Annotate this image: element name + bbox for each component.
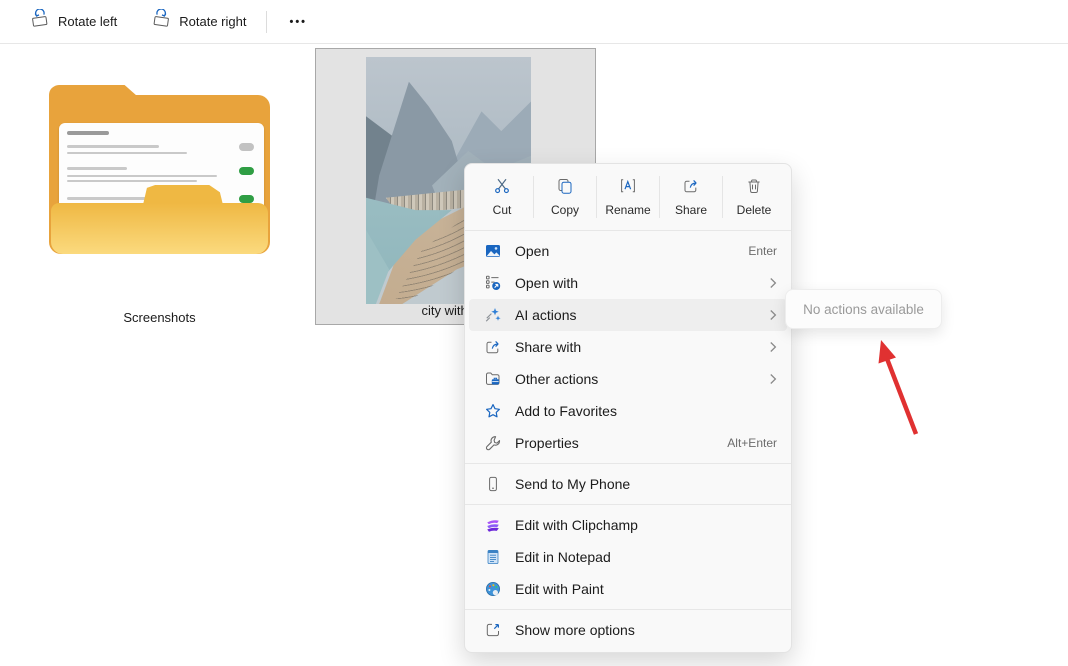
separator [465,463,791,464]
share-button[interactable]: Share [660,170,722,224]
shortcut-hint: Alt+Enter [727,436,777,450]
menu-item-label: AI actions [515,307,769,323]
phone-icon [483,475,503,493]
separator [465,230,791,231]
copy-label: Copy [551,203,579,217]
open-with-icon [483,274,503,292]
menu-item-edit-with-paint[interactable]: Edit with Paint [469,573,787,605]
share-icon [682,177,700,200]
rename-icon [619,177,637,200]
rotate-left-button[interactable]: Rotate left [20,3,127,40]
see-more-button[interactable]: ••• [277,10,319,34]
copy-icon [556,177,574,200]
clipchamp-icon [483,516,503,534]
menu-item-label: Open [515,243,748,259]
favorite-star-icon [483,402,503,420]
toolbar: Rotate left Rotate right ••• [0,0,1068,44]
separator [465,609,791,610]
menu-item-label: Edit with Clipchamp [515,517,777,533]
menu-item-label: Edit in Notepad [515,549,777,565]
chevron-right-icon [769,341,777,353]
menu-item-label: Share with [515,339,769,355]
menu-item-edit-with-clipchamp[interactable]: Edit with Clipchamp [469,509,787,541]
shortcut-hint: Enter [748,244,777,258]
cut-button[interactable]: Cut [471,170,533,224]
menu-item-ai-actions[interactable]: AI actions [469,299,787,331]
menu-item-label: Add to Favorites [515,403,777,419]
scissors-icon [493,177,511,200]
menu-item-label: Send to My Phone [515,476,777,492]
menu-item-open-with[interactable]: Open with [469,267,787,299]
share-label: Share [675,203,707,217]
red-annotation-arrow [868,334,930,447]
menu-item-label: Properties [515,435,727,451]
ellipsis-icon: ••• [289,16,307,28]
paint-icon [483,580,503,598]
delete-button[interactable]: Delete [723,170,785,224]
rotate-left-label: Rotate left [58,14,117,29]
menu-item-show-more-options[interactable]: Show more options [469,614,787,646]
no-actions-text: No actions available [803,302,924,317]
menu-item-properties[interactable]: Properties Alt+Enter [469,427,787,459]
delete-label: Delete [737,203,772,217]
rotate-right-icon [151,9,171,34]
folder-icon [47,85,272,262]
notepad-icon [483,548,503,566]
rotate-right-button[interactable]: Rotate right [141,3,256,40]
ai-sparkles-icon [483,306,503,324]
menu-item-label: Edit with Paint [515,581,777,597]
menu-item-open[interactable]: Open Enter [469,235,787,267]
wrench-icon [483,434,503,452]
menu-item-send-to-my-phone[interactable]: Send to My Phone [469,468,787,500]
chevron-right-icon [769,309,777,321]
context-menu: Cut Copy Rename [464,163,792,653]
rotate-right-label: Rotate right [179,14,246,29]
other-actions-icon [483,370,503,388]
chevron-right-icon [769,373,777,385]
image-file-icon [483,242,503,260]
menu-item-edit-in-notepad[interactable]: Edit in Notepad [469,541,787,573]
rotate-left-icon [30,9,50,34]
menu-item-label: Open with [515,275,769,291]
chevron-right-icon [769,277,777,289]
share-with-icon [483,338,503,356]
rename-label: Rename [605,203,650,217]
menu-item-share-with[interactable]: Share with [469,331,787,363]
separator [465,504,791,505]
folder-label: Screenshots [47,310,272,325]
ai-actions-submenu-flyout: No actions available [785,289,942,329]
menu-item-other-actions[interactable]: Other actions [469,363,787,395]
expand-icon [483,621,503,639]
menu-item-label: Show more options [515,622,777,638]
quick-actions-row: Cut Copy Rename [465,164,791,226]
rename-button[interactable]: Rename [597,170,659,224]
copy-button[interactable]: Copy [534,170,596,224]
folder-tile-screenshots[interactable]: Screenshots [47,85,272,325]
trash-icon [745,177,763,200]
menu-item-add-to-favorites[interactable]: Add to Favorites [469,395,787,427]
toolbar-separator [266,11,267,33]
menu-item-label: Other actions [515,371,769,387]
cut-label: Cut [493,203,512,217]
